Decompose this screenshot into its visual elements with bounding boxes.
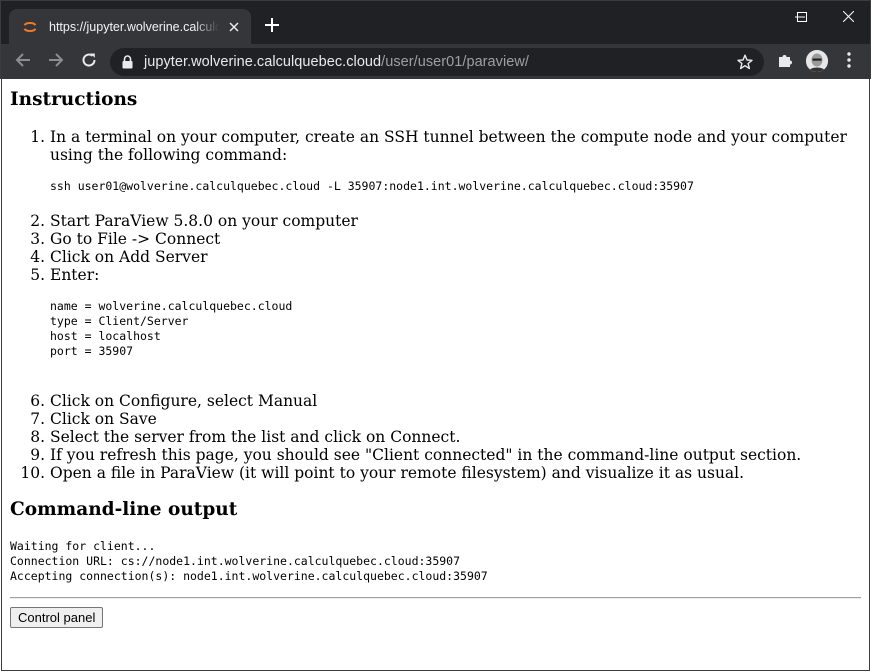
list-item: Enter: name = wolverine.calculquebec.clo…	[50, 266, 861, 392]
server-config: name = wolverine.calculquebec.cloud type…	[50, 299, 293, 358]
lock-icon[interactable]	[120, 54, 134, 70]
list-item: In a terminal on your computer, create a…	[50, 128, 861, 194]
avatar[interactable]	[806, 50, 828, 72]
page-content: Instructions In a terminal on your compu…	[1, 79, 870, 671]
instructions-heading: Instructions	[10, 89, 138, 110]
extensions-button[interactable]	[772, 49, 798, 75]
arrow-left-icon	[15, 52, 31, 72]
puzzle-icon	[777, 52, 793, 72]
list-item: Start ParaView 5.8.0 on your computer	[50, 212, 861, 230]
jupyter-logo-icon	[21, 18, 39, 36]
list-item: Click on Configure, select Manual	[50, 392, 861, 410]
list-item: Open a file in ParaView (it will point t…	[50, 464, 861, 482]
divider	[10, 597, 861, 599]
url-text[interactable]: jupyter.wolverine.calculquebec.cloud/use…	[144, 54, 529, 70]
browser-tab[interactable]: https://jupyter.wolverine.calculquebec.c…	[9, 9, 251, 45]
browser-titlebar: https://jupyter.wolverine.calculquebec.c…	[0, 0, 871, 45]
browser-menu-button[interactable]	[836, 49, 862, 75]
new-tab-button[interactable]	[261, 15, 283, 37]
back-button[interactable]	[10, 49, 36, 75]
list-item: Select the server from the list and clic…	[50, 428, 861, 446]
maximize-button[interactable]	[779, 1, 825, 31]
close-icon	[842, 7, 854, 26]
kebab-menu-icon	[847, 52, 851, 72]
control-panel-button[interactable]: Control panel	[10, 607, 104, 628]
output-heading: Command-line output	[10, 499, 238, 520]
tab-title: https://jupyter.wolverine.calculquebec.c…	[49, 20, 219, 34]
command-line-output: Waiting for client... Connection URL: cs…	[10, 539, 488, 583]
star-icon[interactable]	[736, 53, 754, 71]
window-close-button[interactable]	[825, 1, 871, 31]
address-bar[interactable]: jupyter.wolverine.calculquebec.cloud/use…	[110, 48, 764, 76]
plus-icon	[265, 17, 279, 36]
list-item: Go to File -> Connect	[50, 230, 861, 248]
step-text: In a terminal on your computer, create a…	[50, 128, 847, 164]
browser-toolbar: jupyter.wolverine.calculquebec.cloud/use…	[0, 44, 871, 79]
arrow-right-icon	[48, 52, 64, 72]
list-item: Click on Save	[50, 410, 861, 428]
close-icon[interactable]	[225, 18, 243, 36]
maximize-icon	[797, 7, 807, 26]
forward-button[interactable]	[43, 49, 69, 75]
reload-icon	[81, 52, 97, 72]
url-path: /user/user01/paraview/	[381, 54, 529, 70]
step-text: Enter:	[50, 266, 100, 284]
url-host: jupyter.wolverine.calculquebec.cloud	[144, 54, 382, 70]
reload-button[interactable]	[76, 49, 102, 75]
ssh-command: ssh user01@wolverine.calculquebec.cloud …	[50, 179, 694, 193]
instructions-list: In a terminal on your computer, create a…	[10, 128, 861, 482]
list-item: If you refresh this page, you should see…	[50, 446, 861, 464]
list-item: Click on Add Server	[50, 248, 861, 266]
